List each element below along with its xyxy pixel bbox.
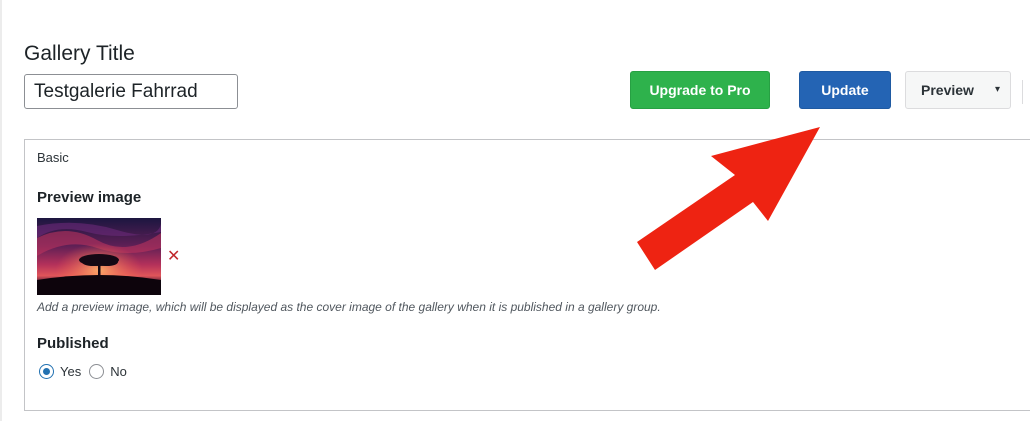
published-yes-radio[interactable] [39, 364, 54, 379]
preview-image-thumbnail[interactable] [37, 218, 161, 295]
preview-image-picture [37, 218, 161, 295]
upgrade-to-pro-button[interactable]: Upgrade to Pro [630, 71, 770, 109]
gallery-editor: Gallery Title Upgrade to Pro Update Prev… [0, 0, 1030, 421]
gallery-title-label: Gallery Title [24, 42, 135, 65]
preview-button-label: Preview [921, 82, 974, 98]
published-no-label[interactable]: No [110, 364, 127, 379]
gallery-title-input[interactable] [24, 74, 238, 109]
chevron-down-icon[interactable]: ▾ [995, 84, 1000, 95]
settings-panel [24, 139, 1030, 411]
close-icon[interactable]: ✕ [167, 249, 180, 265]
preview-image-heading: Preview image [37, 189, 142, 206]
update-button[interactable]: Update [799, 71, 891, 109]
published-yes-label[interactable]: Yes [60, 364, 81, 379]
preview-image-help: Add a preview image, which will be displ… [37, 300, 661, 314]
preview-button[interactable]: Preview ▾ [905, 71, 1011, 109]
published-no-radio[interactable] [89, 364, 105, 379]
toolbar-edge-divider [1022, 80, 1023, 104]
published-radio-group: Yes No [39, 364, 135, 379]
left-divider [0, 0, 2, 421]
tab-basic[interactable]: Basic [37, 150, 69, 165]
published-heading: Published [37, 335, 109, 352]
